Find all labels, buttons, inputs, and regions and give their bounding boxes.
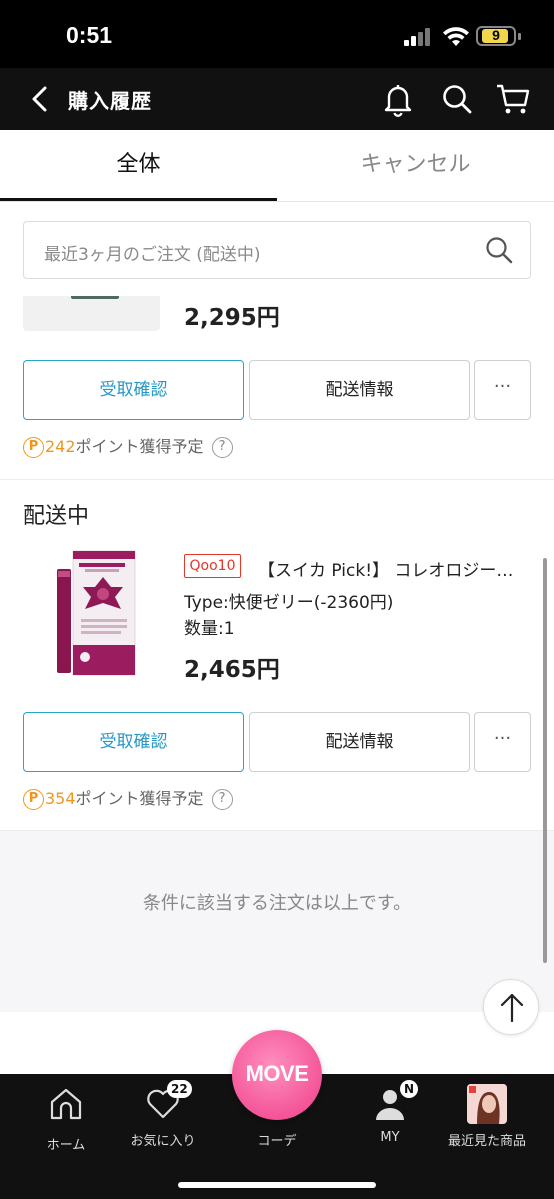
battery-level: 9 [492,27,500,43]
help-icon[interactable]: ? [211,789,233,810]
scrollbar[interactable] [543,558,547,963]
battery-icon: 9 [476,26,516,46]
help-icon[interactable]: ? [211,437,233,458]
scroll-to-top-button[interactable] [483,979,539,1035]
home-icon [50,1088,82,1120]
product-image[interactable] [45,547,137,677]
confirm-receipt-button[interactable]: 受取確認 [23,360,244,420]
order-search-input[interactable]: 最近3ヶ月のご注文 (配送中) [23,221,531,279]
tab-all[interactable]: 全体 [0,130,277,201]
search-placeholder: 最近3ヶ月のご注文 (配送中) [44,245,261,265]
tab-home-label: ホーム [46,1138,86,1153]
more-options-button[interactable]: ··· [474,360,531,420]
back-arrow-icon[interactable] [26,83,56,115]
home-indicator[interactable] [178,1182,376,1188]
order-price: 2,465円 [184,657,280,683]
point-icon: P [23,789,44,810]
order-card: 配送中 Qoo10 【スイカ Pick!】 コレオロジーカラーゼリー Type:… [0,480,554,830]
point-icon: P [23,437,44,458]
points-info: P 242ポイント獲得予定? [23,435,233,459]
header-bar: 購入履歴 [0,68,554,130]
move-center-button[interactable]: MOVE [232,1030,322,1120]
cart-icon[interactable] [494,80,532,118]
recent-product-thumbnail [467,1084,507,1124]
end-of-list: 条件に該当する注文は以上です。 [0,830,554,1012]
status-bar: 0:51 9 [0,0,554,68]
tab-favorites[interactable]: 22 お気に入り [118,1080,208,1149]
page-title: 購入履歴 [68,89,152,113]
order-card: 2,295円 受取確認 配送情報 ··· P 242ポイント獲得予定? [0,296,554,479]
points-label: ポイント獲得予定 [75,789,204,808]
favorites-count-badge: 22 [167,1080,192,1098]
more-options-button[interactable]: ··· [474,712,531,772]
points-amount: 242 [45,437,76,456]
wifi-icon [443,27,469,46]
tab-my-label: MY [380,1130,400,1145]
search-area: 最近3ヶ月のご注文 (配送中) [0,202,554,296]
status-time: 0:51 [66,22,113,48]
shipping-info-button[interactable]: 配送情報 [249,360,470,420]
points-label: ポイント獲得予定 [75,437,204,456]
shipping-info-button[interactable]: 配送情報 [249,712,470,772]
points-info: P 354ポイント獲得予定? [23,787,233,811]
points-amount: 354 [45,789,76,808]
tab-cancel[interactable]: キャンセル [277,130,554,202]
tab-home[interactable]: ホーム [21,1084,111,1153]
tab-favorites-label: お気に入り [130,1134,196,1149]
new-badge: N [400,1080,418,1098]
product-thumbnail[interactable] [23,296,160,331]
tab-recently-viewed-label: 最近見た商品 [447,1134,526,1149]
end-message: 条件に該当する注文は以上です。 [142,893,412,914]
bell-icon[interactable] [379,80,417,118]
order-list[interactable]: 2,295円 受取確認 配送情報 ··· P 242ポイント獲得予定? 配送中 Q [0,296,554,1074]
order-tabs: 全体 キャンセル [0,130,554,202]
product-quantity: 数量:1 [184,619,235,639]
move-logo-text: MOVE [245,1061,309,1086]
cellular-signal-icon [404,28,434,46]
delivery-status: 配送中 [23,504,90,529]
battery-cap [518,33,521,40]
search-icon[interactable] [484,235,514,265]
order-price: 2,295円 [184,305,280,331]
tab-my[interactable]: N MY [345,1080,435,1145]
confirm-receipt-button[interactable]: 受取確認 [23,712,244,772]
product-option: Type:快便ゼリー(-2360円) [184,593,394,613]
shop-tag: Qoo10 [184,554,241,578]
arrow-up-icon [500,993,524,1023]
product-name[interactable]: 【スイカ Pick!】 コレオロジーカラーゼリー [258,556,530,581]
tab-coordinate-label: コーデ [257,1134,297,1149]
tab-recently-viewed[interactable]: 最近見た商品 [442,1084,532,1149]
search-icon[interactable] [438,80,476,118]
